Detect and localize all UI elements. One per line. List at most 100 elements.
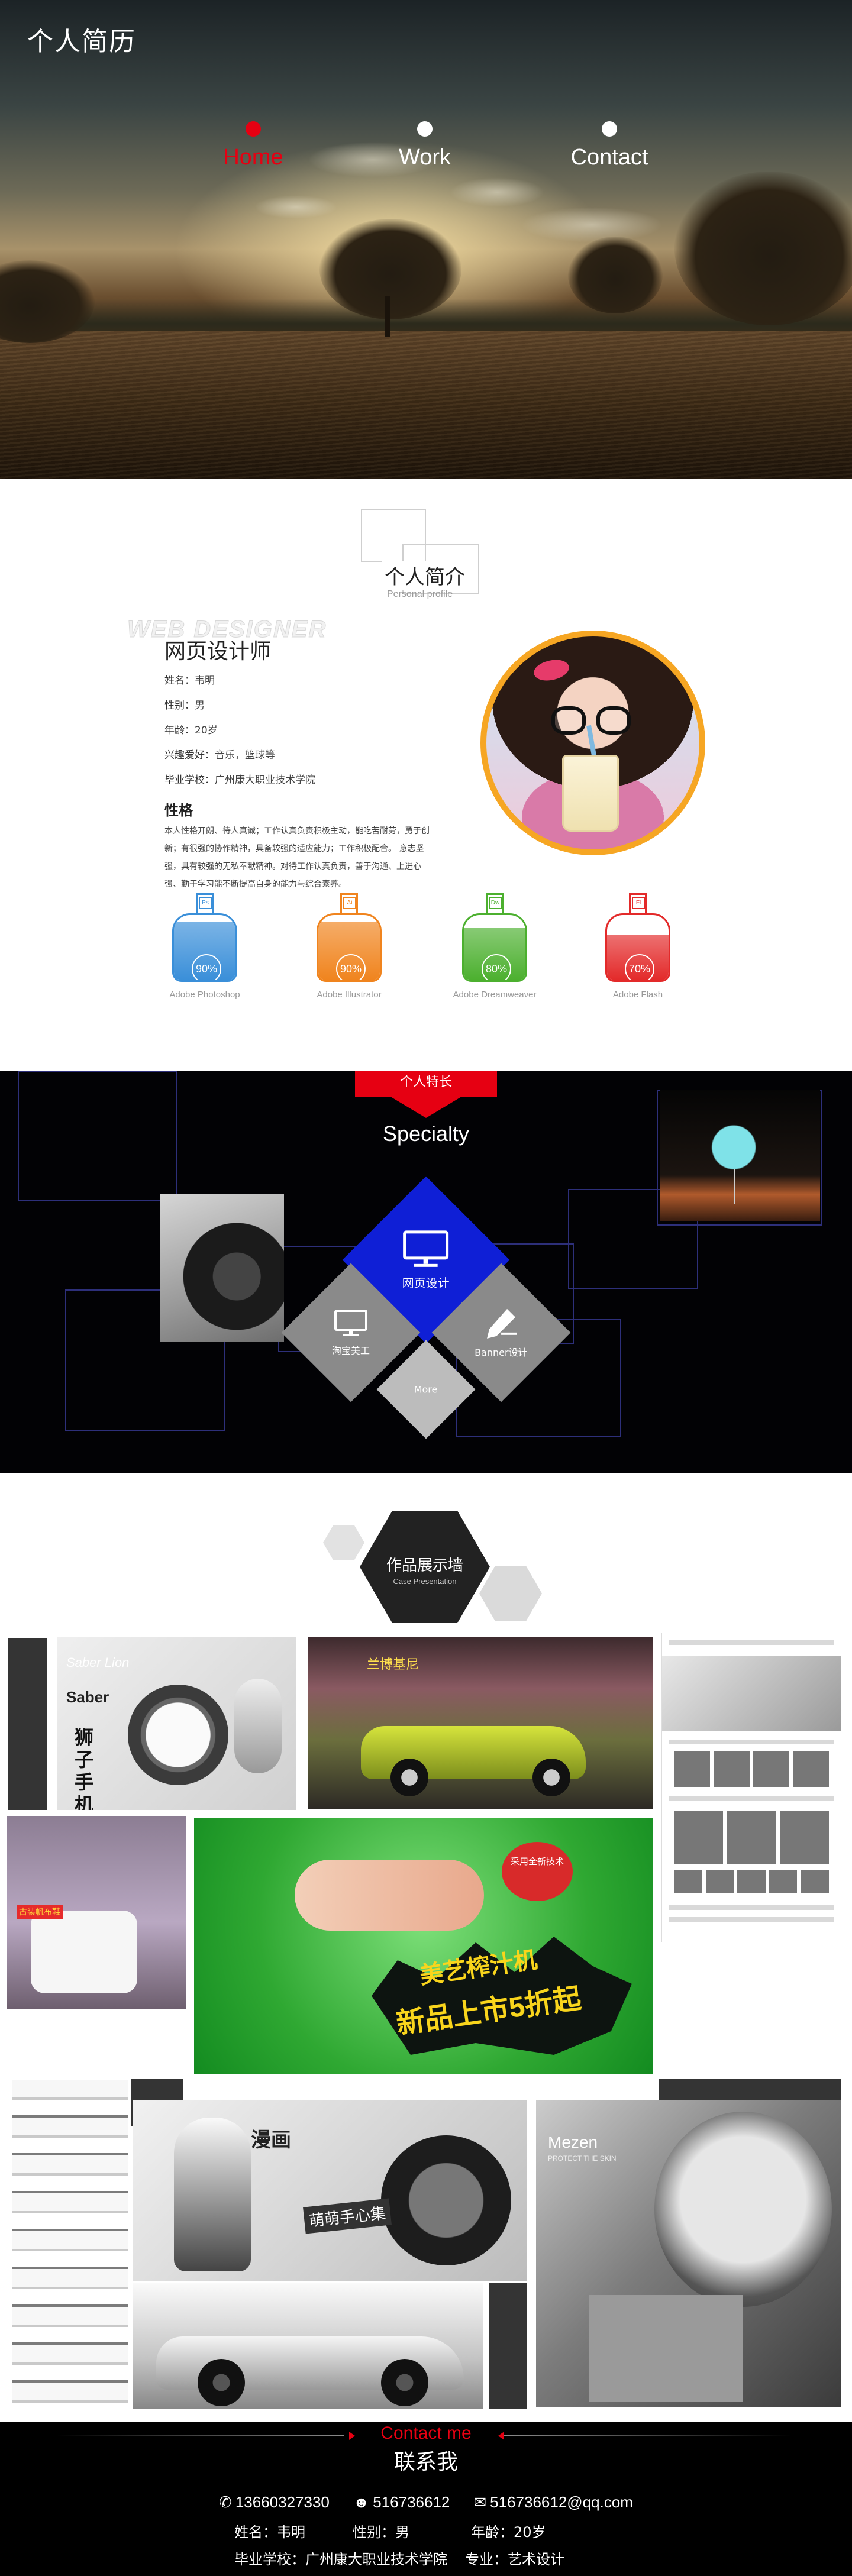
works-section: 作品展示墙 Case Presentation Saber Lion Saber… <box>0 1473 852 2422</box>
deco-hexagon <box>323 1525 364 1560</box>
work-lamborghini-banner[interactable]: 兰博基尼 <box>308 1637 653 1809</box>
section-subtitle: Personal profile <box>387 589 453 599</box>
specialty-title: Specialty <box>382 1121 470 1146</box>
nav-dot <box>602 121 617 137</box>
info-value: 20岁 <box>195 725 218 736</box>
work-mezen-skincare[interactable]: Mezen PROTECT THE SKIN <box>536 2100 841 2407</box>
skill-bottle: Fl 70% <box>605 893 670 982</box>
work-caption: 古装帆布鞋 <box>17 1905 63 1919</box>
wheel <box>381 2359 428 2406</box>
nav-dot <box>417 121 433 137</box>
skill-bottle: Dw 80% <box>462 893 527 982</box>
skill-percent: 70% <box>625 954 654 980</box>
contact-title: 联系我 <box>393 2450 458 2474</box>
work-caption: 兰博基尼 <box>367 1657 419 1672</box>
info-item: 年龄：20岁 <box>164 718 315 743</box>
info-item: 姓名：韦明 <box>164 668 315 693</box>
work-juicer-banner[interactable]: 采用全新技术 美艺榨汁机 新品上市5折起 <box>194 1818 653 2074</box>
info-item: 毕业学校：广州康大职业技术学院 <box>164 768 315 793</box>
skill-dreamweaver: Dw 80% Adobe Dreamweaver <box>441 893 548 1001</box>
dark-block <box>489 2283 527 2409</box>
work-lamborghini-white[interactable] <box>133 2283 483 2409</box>
work-caption: Mezen <box>548 2133 598 2151</box>
product-panel <box>589 2295 743 2402</box>
skill-percent: 80% <box>482 954 511 980</box>
sphere-image <box>160 1194 284 1342</box>
work-website-layout[interactable] <box>661 1633 841 1942</box>
contact-details: 姓名：韦明 性别：男 年龄：20岁 <box>234 2520 648 2541</box>
info-item: 兴趣爱好：音乐，篮球等 <box>164 743 315 768</box>
contact-gender: 性别：男 <box>353 2524 409 2541</box>
qq-icon: ☻ <box>353 2493 370 2511</box>
bottle-neck: Ps <box>196 893 214 913</box>
work-manga-poster[interactable]: 漫画 萌萌手心集 <box>133 2100 527 2281</box>
skill-name: Adobe Dreamweaver <box>453 990 537 1000</box>
contact-phone[interactable]: ✆ 13660327330 <box>219 2493 330 2512</box>
work-caption: Saber <box>66 1688 109 1706</box>
layout-thumbs <box>674 1870 829 1893</box>
cloud <box>521 207 663 243</box>
bottle-body: 90% <box>317 913 382 982</box>
specialty-label: 网页设计 <box>402 1275 450 1290</box>
app-icon: Dw <box>489 897 502 909</box>
specialty-label: 淘宝美工 <box>331 1344 370 1356</box>
contact-methods: ✆ 13660327330 ☻ 516736612 ✉ 516736612@qq.co… <box>0 2493 852 2512</box>
nav-contact[interactable]: Contact <box>544 121 674 170</box>
nav-home[interactable]: Home <box>188 121 318 170</box>
specialty-item: 淘宝美工 <box>332 1308 370 1357</box>
info-value: 韦明 <box>195 675 215 687</box>
info-value: 男 <box>195 700 205 712</box>
specialty-label: Banner设计 <box>475 1347 528 1358</box>
specialty-item: 网页设计 <box>402 1230 450 1291</box>
info-item: 性别：男 <box>164 693 315 718</box>
work-caption: 萌萌手心集 <box>303 2198 392 2234</box>
work-badge: 采用全新技术 <box>502 1842 573 1901</box>
work-caption: 漫画 <box>251 2129 291 2151</box>
avatar-glasses <box>596 706 631 735</box>
skill-name: Adobe Flash <box>612 990 663 1000</box>
skill-photoshop: Ps 90% Adobe Photoshop <box>151 893 258 1001</box>
layout-row <box>669 1640 834 1645</box>
work-saber-phone-case[interactable]: Saber Lion Saber 狮子手机壳 <box>57 1637 296 1810</box>
nav-work[interactable]: Work <box>360 121 490 170</box>
model-illustration <box>295 1860 484 1931</box>
contact-age: 年龄：20岁 <box>471 2524 546 2541</box>
bottle-neck: Dw <box>486 893 504 913</box>
bunny-illustration <box>234 1679 282 1773</box>
work-long-webpage[interactable] <box>12 2080 128 2405</box>
skill-bottle: Ps 90% <box>172 893 237 982</box>
layout-row <box>669 1796 834 1801</box>
info-key: 毕业学校： <box>164 774 215 786</box>
work-caption: PROTECT THE SKIN <box>548 2154 617 2163</box>
contact-major: 专业：艺术设计 <box>465 2551 564 2568</box>
contact-details: 毕业学校：广州康大职业技术学院 专业：艺术设计 <box>234 2548 648 2568</box>
layout-thumbs <box>674 1811 829 1864</box>
bottle-neck: Ai <box>340 893 358 913</box>
skill-bottle: Ai 90% <box>317 893 382 982</box>
contact-section: Contact me 联系我 ✆ 13660327330 ☻ 516736612 ✉… <box>0 2422 852 2576</box>
skill-name: Adobe Illustrator <box>317 990 382 1000</box>
character-title: 性格 <box>164 802 193 819</box>
bottle-body: 70% <box>605 913 670 982</box>
character-illustration <box>381 2135 511 2265</box>
info-key: 姓名： <box>164 675 195 687</box>
qq-number: 516736612 <box>373 2493 450 2511</box>
specialty-item: More <box>414 1384 438 1395</box>
tree <box>320 219 462 319</box>
skill-illustrator: Ai 90% Adobe Illustrator <box>296 893 402 1001</box>
skill-flash: Fl 70% Adobe Flash <box>585 893 691 1001</box>
wheel <box>532 1759 570 1796</box>
work-canvas-shoes[interactable]: 古装帆布鞋 <box>7 1816 186 2009</box>
phone-icon: ✆ <box>219 2493 232 2511</box>
info-value: 广州康大职业技术学院 <box>215 774 315 786</box>
avatar-glasses <box>551 706 586 735</box>
character-illustration <box>174 2118 251 2271</box>
contact-email[interactable]: ✉ 516736612@qq.com <box>473 2493 633 2512</box>
avatar-cup <box>562 755 619 832</box>
tree <box>674 172 852 325</box>
specialty-section: 个人特长 Specialty 网页设计 淘宝美工 Banner设计 More <box>0 1071 852 1473</box>
deco-hexagon <box>479 1566 542 1621</box>
section-heading: 个人简介 Personal profile <box>361 509 491 599</box>
cloud <box>450 177 544 207</box>
contact-qq[interactable]: ☻ 516736612 <box>353 2493 450 2512</box>
